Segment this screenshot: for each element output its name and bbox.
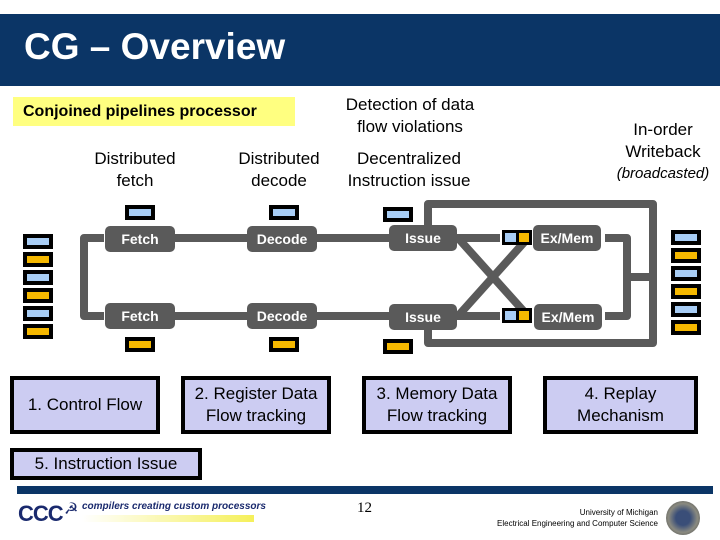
register-gold bbox=[23, 252, 53, 267]
mechanism-label-line2: Flow tracking bbox=[386, 406, 488, 425]
stage-exmem-2: Ex/Mem bbox=[534, 304, 602, 330]
operand-reg-2 bbox=[502, 308, 532, 323]
register-blue bbox=[671, 266, 701, 281]
stage-issue-1: Issue bbox=[389, 225, 457, 251]
stage-issue-2: Issue bbox=[389, 304, 457, 330]
issue-reg-1 bbox=[383, 207, 413, 222]
mechanism-control-flow: 1. Control Flow bbox=[10, 376, 160, 434]
register-blue bbox=[671, 302, 701, 317]
register-gold bbox=[671, 248, 701, 263]
mechanism-label-line1: 2. Register Data bbox=[194, 384, 318, 403]
register-gold bbox=[671, 320, 701, 335]
operand-reg-1 bbox=[502, 230, 532, 245]
stage-fetch-2: Fetch bbox=[105, 303, 175, 329]
mechanism-instruction-issue: 5. Instruction Issue bbox=[10, 448, 202, 480]
mechanism-label-line2: Mechanism bbox=[577, 406, 664, 425]
register-gold bbox=[23, 288, 53, 303]
mechanism-memory-data-flow: 3. Memory Data Flow tracking bbox=[362, 376, 512, 434]
mechanism-label-line1: 4. Replay bbox=[584, 384, 657, 403]
register-blue bbox=[671, 230, 701, 245]
decode-reg-2 bbox=[269, 337, 299, 352]
mechanism-replay: 4. Replay Mechanism bbox=[543, 376, 698, 434]
fetch-link-wire bbox=[80, 234, 104, 320]
fetch-reg-1 bbox=[125, 205, 155, 220]
stage-decode-1: Decode bbox=[247, 226, 317, 252]
mechanism-label: 5. Instruction Issue bbox=[34, 454, 178, 473]
stage-fetch-1: Fetch bbox=[105, 226, 175, 252]
exmem-merge-wire bbox=[605, 234, 631, 320]
register-file-left bbox=[23, 234, 53, 339]
page-number: 12 bbox=[357, 500, 372, 516]
mechanism-register-data-flow: 2. Register Data Flow tracking bbox=[181, 376, 331, 434]
fetch-reg-2 bbox=[125, 337, 155, 352]
footer-tagline: compilers creating custom processors bbox=[82, 501, 266, 512]
register-blue bbox=[23, 234, 53, 249]
decode-reg-1 bbox=[269, 205, 299, 220]
register-gold bbox=[23, 324, 53, 339]
mechanism-label-line2: Flow tracking bbox=[205, 406, 307, 425]
ccc-logo: CCC bbox=[18, 501, 64, 526]
footer-bar bbox=[17, 486, 713, 494]
hammer-sickle-icon: ☭ bbox=[64, 501, 79, 518]
register-blue bbox=[23, 270, 53, 285]
stage-decode-2: Decode bbox=[247, 303, 317, 329]
issue-reg-2 bbox=[383, 339, 413, 354]
register-blue bbox=[23, 306, 53, 321]
register-file-right bbox=[671, 230, 701, 335]
mechanism-label: 1. Control Flow bbox=[27, 395, 143, 414]
footer-institution: University of Michigan Electrical Engine… bbox=[440, 507, 658, 529]
university-seal-icon bbox=[666, 501, 700, 535]
mechanism-label-line1: 3. Memory Data bbox=[376, 384, 498, 403]
register-gold bbox=[671, 284, 701, 299]
footer-department: Electrical Engineering and Computer Scie… bbox=[497, 519, 658, 528]
footer-university: University of Michigan bbox=[579, 508, 658, 517]
tagline-underline bbox=[82, 515, 254, 522]
stage-exmem-1: Ex/Mem bbox=[533, 225, 601, 251]
